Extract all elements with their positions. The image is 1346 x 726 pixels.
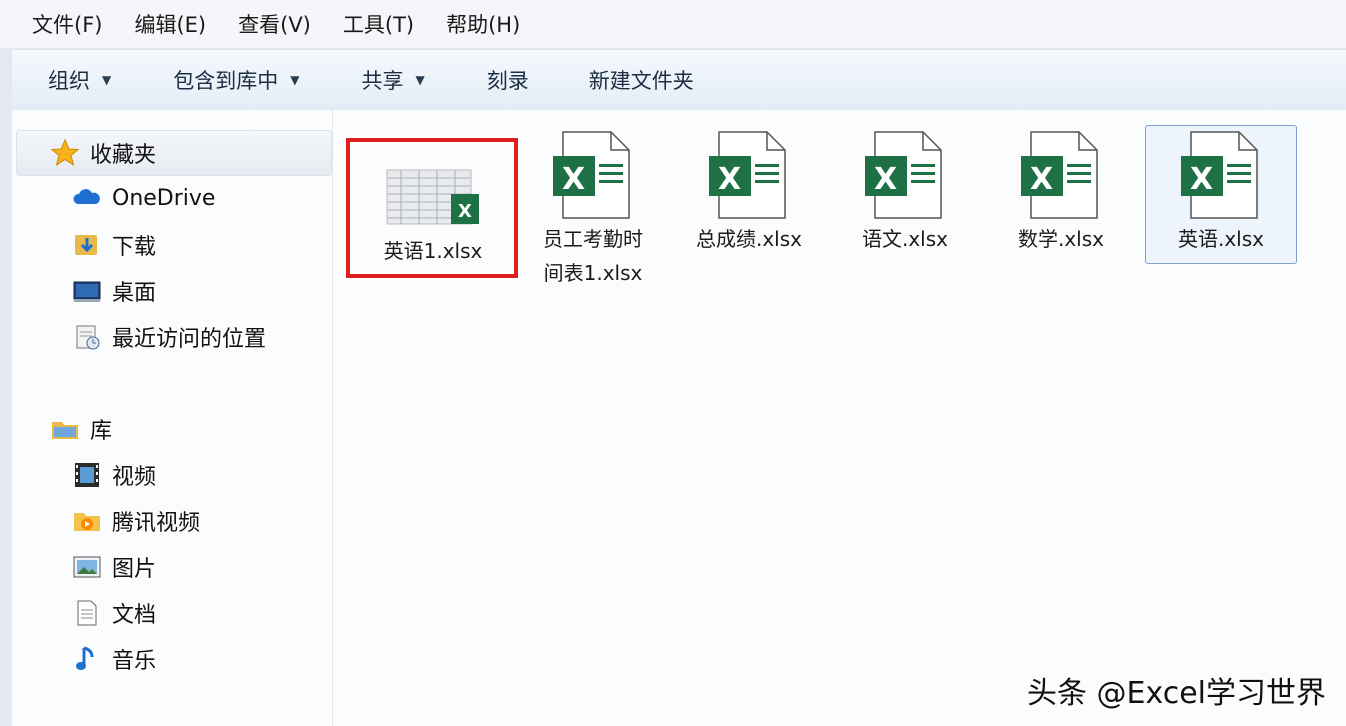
chevron-down-icon: ▼ xyxy=(290,73,300,87)
new-folder-button[interactable]: 新建文件夹 xyxy=(589,65,694,95)
nav-item-pictures[interactable]: 图片 xyxy=(72,551,156,583)
include-library-label: 包含到库中 xyxy=(173,69,279,93)
svg-text:X: X xyxy=(562,162,585,197)
nav-item-libraries[interactable]: 库 xyxy=(50,413,112,445)
svg-text:X: X xyxy=(1190,162,1213,197)
excel-file-icon: X xyxy=(674,128,824,222)
file-name: 总成绩.xlsx xyxy=(695,227,802,251)
nav-label-music: 音乐 xyxy=(112,649,157,674)
nav-item-music[interactable]: 音乐 xyxy=(72,643,156,675)
menu-tools[interactable]: 工具(T) xyxy=(327,9,430,39)
command-bar: 组织 ▼ 包含到库中 ▼ 共享 ▼ 刻录 新建文件夹 xyxy=(12,49,1346,111)
svg-text:X: X xyxy=(1030,162,1053,197)
burn-label: 刻录 xyxy=(486,69,529,93)
new-folder-label: 新建文件夹 xyxy=(588,69,694,93)
nav-item-desktop[interactable]: 桌面 xyxy=(72,275,156,307)
nav-label-onedrive: OneDrive xyxy=(112,185,216,211)
nav-label-pictures: 图片 xyxy=(112,557,157,582)
file-name-line2: 间表1.xlsx xyxy=(543,261,643,285)
burn-button[interactable]: 刻录 xyxy=(487,65,529,95)
svg-text:X: X xyxy=(718,162,741,197)
window-left-edge xyxy=(0,49,12,726)
nav-item-favorites[interactable]: 收藏夹 xyxy=(50,137,156,169)
file-name: 数学.xlsx xyxy=(1017,227,1104,251)
nav-label-libraries: 库 xyxy=(90,419,113,444)
nav-item-onedrive[interactable]: OneDrive xyxy=(72,183,215,213)
organize-label: 组织 xyxy=(48,69,90,93)
file-item[interactable]: X 语文.xlsx xyxy=(830,128,980,256)
nav-item-downloads[interactable]: 下载 xyxy=(72,229,156,261)
star-icon xyxy=(50,138,80,168)
share-button[interactable]: 共享 ▼ xyxy=(361,65,424,95)
file-item[interactable]: X 员工考勤时 间表1.xlsx xyxy=(518,128,668,290)
nav-item-documents[interactable]: 文档 xyxy=(72,597,156,629)
include-in-library-button[interactable]: 包含到库中 ▼ xyxy=(173,65,299,95)
menu-file[interactable]: 文件(F) xyxy=(16,9,118,39)
nav-label-documents: 文档 xyxy=(112,603,157,628)
menu-help[interactable]: 帮助(H) xyxy=(430,9,536,39)
file-item[interactable]: X 总成绩.xlsx xyxy=(674,128,824,256)
watermark: 头条 @Excel学习世界 xyxy=(1026,676,1326,711)
nav-label-recent: 最近访问的位置 xyxy=(112,327,267,352)
menu-bar: 文件(F) 编辑(E) 查看(V) 工具(T) 帮助(H) xyxy=(0,0,1346,49)
nav-label-videos: 视频 xyxy=(112,465,157,490)
organize-button[interactable]: 组织 ▼ xyxy=(48,65,111,95)
video-icon xyxy=(72,460,102,490)
document-icon xyxy=(72,598,102,628)
cloud-icon xyxy=(72,183,102,213)
excel-file-icon: X xyxy=(830,128,980,222)
nav-item-videos[interactable]: 视频 xyxy=(72,459,156,491)
svg-text:X: X xyxy=(874,162,897,197)
menu-edit[interactable]: 编辑(E) xyxy=(118,9,222,39)
music-note-icon xyxy=(72,644,102,674)
nav-label-desktop: 桌面 xyxy=(112,281,157,306)
file-name: 英语.xlsx xyxy=(1177,227,1264,251)
chevron-down-icon: ▼ xyxy=(415,73,425,87)
recent-places-icon xyxy=(72,322,102,352)
file-name: 员工考勤时 xyxy=(543,227,643,251)
excel-file-icon: X xyxy=(518,128,668,222)
excel-file-icon: X xyxy=(1146,128,1296,222)
share-label: 共享 xyxy=(361,69,404,93)
file-item-selected[interactable]: X 英语.xlsx xyxy=(1145,125,1297,264)
download-folder-icon xyxy=(72,230,102,260)
excel-file-icon: X xyxy=(986,128,1136,222)
nav-item-recent-places[interactable]: 最近访问的位置 xyxy=(72,321,266,353)
nav-item-tencent-video[interactable]: 腾讯视频 xyxy=(72,505,200,537)
file-name: 语文.xlsx xyxy=(861,227,948,251)
navigation-pane: 收藏夹 OneDrive 下载 桌面 最近访问的位置 库 视频 腾讯视频 图片 … xyxy=(12,110,333,726)
highlight-box xyxy=(346,138,518,278)
nav-label-tencent-video: 腾讯视频 xyxy=(112,511,201,536)
nav-label-favorites: 收藏夹 xyxy=(90,143,157,168)
picture-icon xyxy=(72,552,102,582)
file-item[interactable]: X 数学.xlsx xyxy=(986,128,1136,256)
nav-label-downloads: 下载 xyxy=(112,235,157,260)
library-icon xyxy=(50,414,80,444)
menu-view[interactable]: 查看(V) xyxy=(222,9,327,39)
desktop-icon xyxy=(72,276,102,306)
tencent-video-folder-icon xyxy=(72,506,102,536)
chevron-down-icon: ▼ xyxy=(102,73,112,87)
